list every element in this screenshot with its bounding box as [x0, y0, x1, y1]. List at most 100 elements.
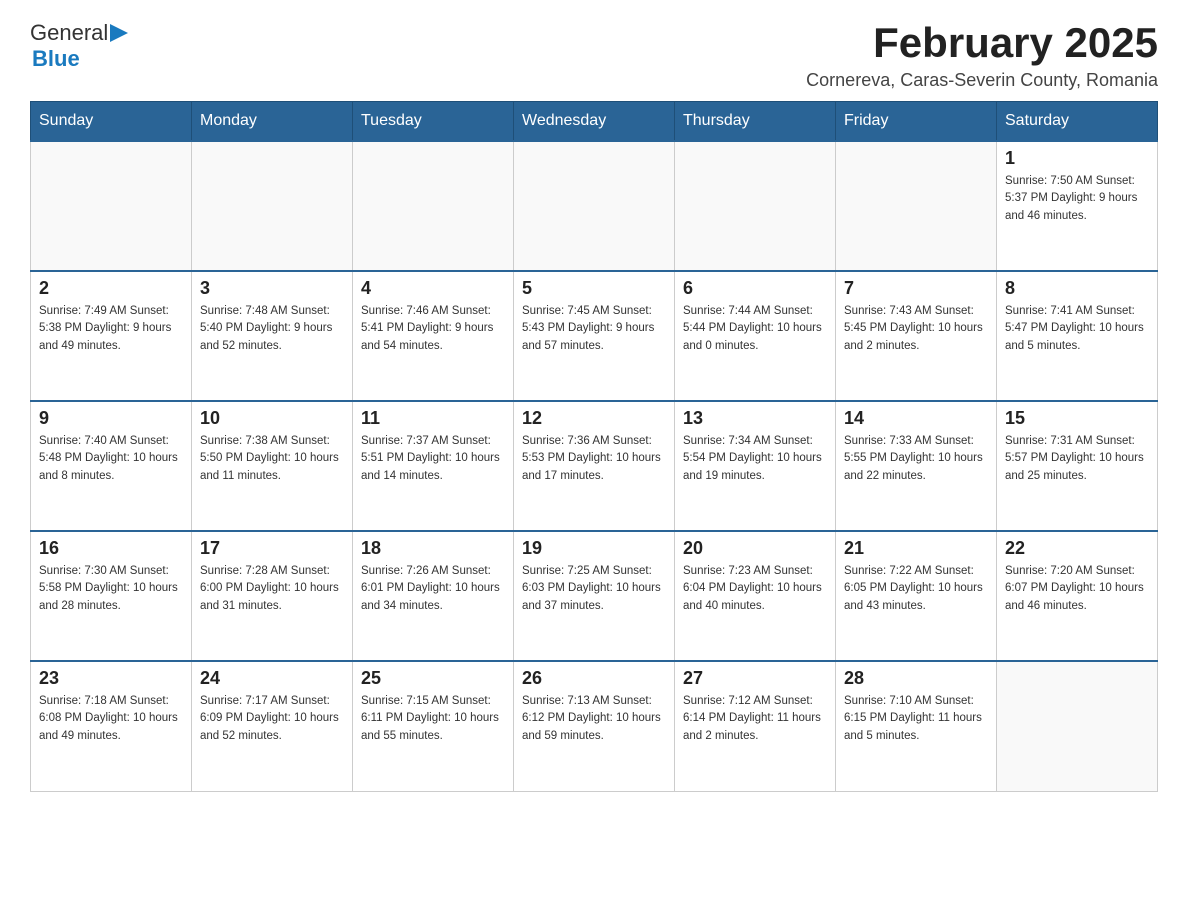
- day-info: Sunrise: 7:18 AM Sunset: 6:08 PM Dayligh…: [39, 693, 183, 745]
- day-info: Sunrise: 7:41 AM Sunset: 5:47 PM Dayligh…: [1005, 303, 1149, 355]
- calendar-cell: [836, 141, 997, 271]
- calendar-cell: [192, 141, 353, 271]
- day-info: Sunrise: 7:13 AM Sunset: 6:12 PM Dayligh…: [522, 693, 666, 745]
- calendar-header-thursday: Thursday: [675, 102, 836, 142]
- title-section: February 2025 Cornereva, Caras-Severin C…: [806, 20, 1158, 91]
- day-number: 19: [522, 538, 666, 559]
- day-number: 9: [39, 408, 183, 429]
- calendar-cell: 28Sunrise: 7:10 AM Sunset: 6:15 PM Dayli…: [836, 661, 997, 791]
- day-number: 11: [361, 408, 505, 429]
- day-info: Sunrise: 7:38 AM Sunset: 5:50 PM Dayligh…: [200, 433, 344, 485]
- day-number: 26: [522, 668, 666, 689]
- day-number: 6: [683, 278, 827, 299]
- day-number: 16: [39, 538, 183, 559]
- calendar-week-row: 1Sunrise: 7:50 AM Sunset: 5:37 PM Daylig…: [31, 141, 1158, 271]
- calendar-cell: 4 Sunrise: 7:46 AM Sunset: 5:41 PM Daylig…: [353, 271, 514, 401]
- day-number: 22: [1005, 538, 1149, 559]
- calendar-cell: 18Sunrise: 7:26 AM Sunset: 6:01 PM Dayli…: [353, 531, 514, 661]
- calendar-cell: 20 Sunrise: 7:23 AM Sunset: 6:04 PM Dayli…: [675, 531, 836, 661]
- logo-arrow-icon: [110, 22, 128, 44]
- day-info: Sunrise: 7:40 AM Sunset: 5:48 PM Dayligh…: [39, 433, 183, 485]
- day-info: Sunrise: 7:25 AM Sunset: 6:03 PM Dayligh…: [522, 563, 666, 615]
- calendar-cell: 11 Sunrise: 7:37 AM Sunset: 5:51 PM Dayli…: [353, 401, 514, 531]
- calendar-cell: 10 Sunrise: 7:38 AM Sunset: 5:50 PM Dayli…: [192, 401, 353, 531]
- calendar-cell: 9 Sunrise: 7:40 AM Sunset: 5:48 PM Daylig…: [31, 401, 192, 531]
- calendar-cell: 17 Sunrise: 7:28 AM Sunset: 6:00 PM Dayli…: [192, 531, 353, 661]
- calendar-cell: 6 Sunrise: 7:44 AM Sunset: 5:44 PM Daylig…: [675, 271, 836, 401]
- calendar-week-row: 9 Sunrise: 7:40 AM Sunset: 5:48 PM Daylig…: [31, 401, 1158, 531]
- day-info: Sunrise: 7:31 AM Sunset: 5:57 PM Dayligh…: [1005, 433, 1149, 485]
- calendar-header-row: SundayMondayTuesdayWednesdayThursdayFrid…: [31, 102, 1158, 142]
- day-number: 5: [522, 278, 666, 299]
- calendar-header-sunday: Sunday: [31, 102, 192, 142]
- day-number: 14: [844, 408, 988, 429]
- day-info: Sunrise: 7:34 AM Sunset: 5:54 PM Dayligh…: [683, 433, 827, 485]
- calendar-cell: [675, 141, 836, 271]
- calendar-cell: [353, 141, 514, 271]
- day-info: Sunrise: 7:48 AM Sunset: 5:40 PM Dayligh…: [200, 303, 344, 355]
- day-number: 24: [200, 668, 344, 689]
- page-header: General Blue February 2025 Cornereva, Ca…: [30, 20, 1158, 91]
- logo: General Blue: [30, 20, 128, 72]
- day-info: Sunrise: 7:43 AM Sunset: 5:45 PM Dayligh…: [844, 303, 988, 355]
- calendar-header-tuesday: Tuesday: [353, 102, 514, 142]
- day-info: Sunrise: 7:10 AM Sunset: 6:15 PM Dayligh…: [844, 693, 988, 745]
- calendar-cell: 24 Sunrise: 7:17 AM Sunset: 6:09 PM Dayli…: [192, 661, 353, 791]
- day-info: Sunrise: 7:15 AM Sunset: 6:11 PM Dayligh…: [361, 693, 505, 745]
- day-info: Sunrise: 7:37 AM Sunset: 5:51 PM Dayligh…: [361, 433, 505, 485]
- day-number: 17: [200, 538, 344, 559]
- calendar-cell: 12 Sunrise: 7:36 AM Sunset: 5:53 PM Dayli…: [514, 401, 675, 531]
- calendar-week-row: 2 Sunrise: 7:49 AM Sunset: 5:38 PM Daylig…: [31, 271, 1158, 401]
- day-info: Sunrise: 7:23 AM Sunset: 6:04 PM Dayligh…: [683, 563, 827, 615]
- calendar-cell: 8 Sunrise: 7:41 AM Sunset: 5:47 PM Daylig…: [997, 271, 1158, 401]
- day-info: Sunrise: 7:17 AM Sunset: 6:09 PM Dayligh…: [200, 693, 344, 745]
- day-info: Sunrise: 7:36 AM Sunset: 5:53 PM Dayligh…: [522, 433, 666, 485]
- day-info: Sunrise: 7:28 AM Sunset: 6:00 PM Dayligh…: [200, 563, 344, 615]
- calendar-week-row: 23 Sunrise: 7:18 AM Sunset: 6:08 PM Dayli…: [31, 661, 1158, 791]
- day-number: 1: [1005, 148, 1149, 169]
- day-number: 8: [1005, 278, 1149, 299]
- calendar-cell: [997, 661, 1158, 791]
- calendar-cell: [514, 141, 675, 271]
- day-number: 25: [361, 668, 505, 689]
- day-number: 27: [683, 668, 827, 689]
- day-number: 12: [522, 408, 666, 429]
- calendar-cell: 27 Sunrise: 7:12 AM Sunset: 6:14 PM Dayli…: [675, 661, 836, 791]
- day-info: Sunrise: 7:49 AM Sunset: 5:38 PM Dayligh…: [39, 303, 183, 355]
- calendar-cell: 1Sunrise: 7:50 AM Sunset: 5:37 PM Daylig…: [997, 141, 1158, 271]
- day-number: 7: [844, 278, 988, 299]
- calendar-header-monday: Monday: [192, 102, 353, 142]
- calendar-cell: 13Sunrise: 7:34 AM Sunset: 5:54 PM Dayli…: [675, 401, 836, 531]
- calendar-cell: 16 Sunrise: 7:30 AM Sunset: 5:58 PM Dayli…: [31, 531, 192, 661]
- calendar-cell: 14 Sunrise: 7:33 AM Sunset: 5:55 PM Dayli…: [836, 401, 997, 531]
- calendar-cell: 25 Sunrise: 7:15 AM Sunset: 6:11 PM Dayli…: [353, 661, 514, 791]
- calendar-cell: 26 Sunrise: 7:13 AM Sunset: 6:12 PM Dayli…: [514, 661, 675, 791]
- day-info: Sunrise: 7:45 AM Sunset: 5:43 PM Dayligh…: [522, 303, 666, 355]
- month-title: February 2025: [806, 20, 1158, 66]
- day-info: Sunrise: 7:44 AM Sunset: 5:44 PM Dayligh…: [683, 303, 827, 355]
- calendar-cell: 19 Sunrise: 7:25 AM Sunset: 6:03 PM Dayli…: [514, 531, 675, 661]
- calendar-cell: 2 Sunrise: 7:49 AM Sunset: 5:38 PM Daylig…: [31, 271, 192, 401]
- day-info: Sunrise: 7:33 AM Sunset: 5:55 PM Dayligh…: [844, 433, 988, 485]
- day-number: 10: [200, 408, 344, 429]
- calendar-cell: 22 Sunrise: 7:20 AM Sunset: 6:07 PM Dayli…: [997, 531, 1158, 661]
- calendar-header-friday: Friday: [836, 102, 997, 142]
- day-number: 18: [361, 538, 505, 559]
- day-number: 21: [844, 538, 988, 559]
- day-number: 20: [683, 538, 827, 559]
- day-info: Sunrise: 7:30 AM Sunset: 5:58 PM Dayligh…: [39, 563, 183, 615]
- day-number: 4: [361, 278, 505, 299]
- calendar-cell: 21Sunrise: 7:22 AM Sunset: 6:05 PM Dayli…: [836, 531, 997, 661]
- calendar-cell: 23 Sunrise: 7:18 AM Sunset: 6:08 PM Dayli…: [31, 661, 192, 791]
- day-number: 15: [1005, 408, 1149, 429]
- day-info: Sunrise: 7:12 AM Sunset: 6:14 PM Dayligh…: [683, 693, 827, 745]
- calendar-table: SundayMondayTuesdayWednesdayThursdayFrid…: [30, 101, 1158, 792]
- calendar-header-wednesday: Wednesday: [514, 102, 675, 142]
- day-info: Sunrise: 7:20 AM Sunset: 6:07 PM Dayligh…: [1005, 563, 1149, 615]
- day-number: 2: [39, 278, 183, 299]
- day-number: 3: [200, 278, 344, 299]
- day-info: Sunrise: 7:46 AM Sunset: 5:41 PM Dayligh…: [361, 303, 505, 355]
- logo-blue-text: Blue: [32, 46, 80, 72]
- calendar-cell: 5 Sunrise: 7:45 AM Sunset: 5:43 PM Daylig…: [514, 271, 675, 401]
- day-number: 23: [39, 668, 183, 689]
